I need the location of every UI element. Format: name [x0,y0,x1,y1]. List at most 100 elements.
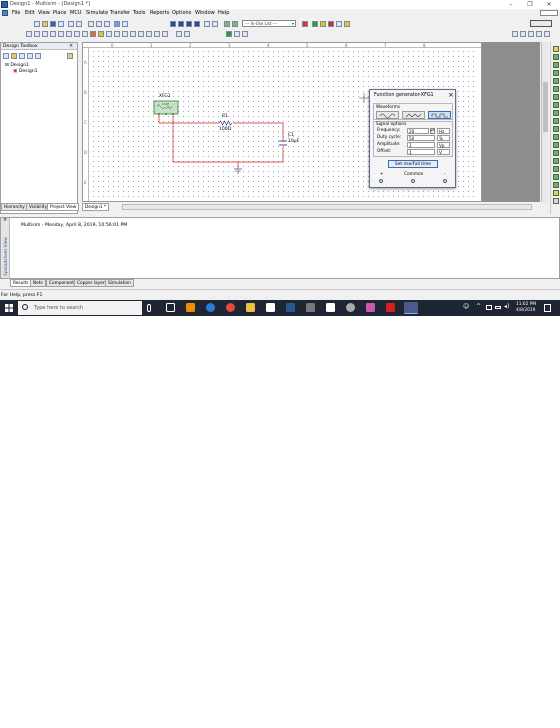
clock-date[interactable]: 4/8/2019 [516,308,535,313]
offset-input[interactable]: 1 [407,148,435,155]
ttl-icon[interactable] [66,30,72,37]
close-button[interactable]: ✕ [542,0,556,9]
maximize-button[interactable]: ❐ [523,0,537,9]
view-spreadsheet-icon[interactable] [178,20,184,27]
connector-icon[interactable] [154,30,160,37]
microphone-icon[interactable] [147,304,151,312]
netlist-icon[interactable] [212,20,218,27]
zoom-area-icon[interactable] [528,30,534,37]
acrobat-icon[interactable] [386,303,395,312]
set-rise-fall-button[interactable]: Set rise/Fall time [388,160,438,168]
horizontal-scrollbar[interactable] [122,204,532,210]
misc-digital-icon[interactable] [82,30,88,37]
logic-analyzer-icon[interactable] [552,118,559,124]
battery-icon[interactable] [495,306,501,309]
frequency-counter-icon[interactable] [552,94,559,100]
menu-simulate[interactable]: Simulate [86,10,108,16]
power-icon[interactable] [106,30,112,37]
ni-components-icon[interactable] [146,30,152,37]
menu-window[interactable]: Window [195,10,215,16]
open-icon[interactable] [42,20,48,27]
run-icon[interactable] [226,30,232,37]
square-wave-button[interactable] [428,111,451,119]
oscilloscope-icon[interactable] [552,70,559,76]
redo-icon[interactable] [122,20,128,27]
distortion-analyzer-icon[interactable] [552,134,559,140]
menu-tools[interactable]: Tools [133,10,145,16]
amplitude-input[interactable]: 1 [407,141,435,148]
electrical-rules-icon[interactable] [224,20,230,27]
search-icon[interactable] [336,20,342,27]
sine-wave-button[interactable] [376,111,399,119]
full-screen-icon[interactable] [544,30,550,37]
view-grapher-icon[interactable] [186,20,192,27]
print-preview-icon[interactable] [76,20,82,27]
word-icon[interactable] [286,303,295,312]
paste-icon[interactable] [104,20,110,27]
offset-unit[interactable]: V [437,148,450,155]
four-channel-oscilloscope-icon[interactable] [552,78,559,84]
misc-icon[interactable] [114,30,120,37]
resistor-symbol[interactable] [218,120,233,126]
tab-hierarchy[interactable]: Hierarchy [1,203,28,211]
network-icon[interactable] [486,305,492,310]
wattmeter-icon[interactable] [552,62,559,68]
tektronix-oscilloscope-icon[interactable] [552,182,559,188]
help-icon[interactable] [344,20,350,27]
capacitor-symbol[interactable] [279,140,287,146]
vlc-icon[interactable] [186,303,195,312]
ground-symbol[interactable] [234,168,242,174]
frequency-unit[interactable]: Hz [437,127,450,134]
electromechanical-icon[interactable] [138,30,144,37]
agilent-oscilloscope-icon[interactable] [552,174,559,180]
mail-icon[interactable] [326,303,335,312]
menu-view[interactable]: View [38,10,50,16]
labview-instrument-icon[interactable] [552,190,559,196]
copy-icon[interactable] [96,20,102,27]
logic-converter-icon[interactable] [552,110,559,116]
chrome-icon[interactable] [226,303,235,312]
save-all-icon[interactable] [58,20,64,27]
agilent-generator-icon[interactable] [552,158,559,164]
source-icon[interactable] [26,30,32,37]
multimeter-icon[interactable] [552,46,559,52]
duty-cycle-input[interactable]: 50 [407,134,435,141]
cmos-icon[interactable] [74,30,80,37]
tab-design1[interactable]: Design1 * [82,203,110,211]
simulate-pause-icon[interactable] [320,20,326,27]
store-icon[interactable] [266,303,275,312]
menu-edit[interactable]: Edit [25,10,35,16]
in-use-list-dropdown[interactable]: --- In-Use List --- ▾ [242,20,296,27]
zoom-fit-icon[interactable] [536,30,542,37]
function-generator-icon[interactable] [552,54,559,60]
duty-cycle-unit[interactable]: % [437,134,450,141]
print-icon[interactable] [68,20,74,27]
windows-start-icon[interactable] [5,304,13,312]
current-probe-icon[interactable] [552,198,559,204]
minus-terminal[interactable] [443,179,447,183]
advanced-peripherals-icon[interactable] [122,30,128,37]
close-design-icon[interactable] [27,53,33,59]
wire-top[interactable] [158,115,219,124]
word-generator-icon[interactable] [552,102,559,108]
volume-icon[interactable]: ◂) [504,303,509,310]
run-probe-icon[interactable] [302,20,308,27]
scrollbar-thumb[interactable] [543,82,548,132]
task-view-icon[interactable] [166,303,175,312]
spreadsheet-close-icon[interactable]: × [3,217,7,223]
frequency-input[interactable]: 20 [407,127,429,134]
menu-options[interactable]: Options [172,10,191,16]
undo-icon[interactable] [114,20,120,27]
indicator-icon[interactable] [98,30,104,37]
common-terminal[interactable] [411,179,415,183]
tab-results[interactable]: Results [10,279,32,287]
bus-icon[interactable] [184,30,190,37]
clock-time[interactable]: 11:02 PM [516,302,536,307]
tab-simulation[interactable]: Simulation [105,279,134,287]
view-toolbox-icon[interactable] [170,20,176,27]
hierarchical-block-icon[interactable] [176,30,182,37]
new-icon[interactable] [34,20,40,27]
frequency-spinner[interactable]: ▴▾ [430,127,435,134]
save-design-icon[interactable] [19,53,25,59]
analog-icon[interactable] [58,30,64,37]
